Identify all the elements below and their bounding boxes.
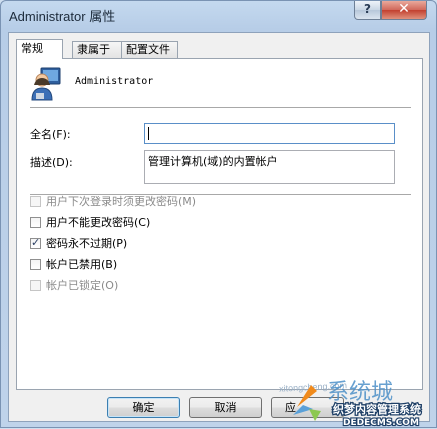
help-button[interactable]: ? [354, 1, 381, 20]
checkbox-label: 用户下次登录时须更改密码(M) [46, 195, 197, 208]
dialog-client-area: 常规 隶属于 配置文件 Administrator 全名(F): 描述(D): … [8, 32, 430, 422]
svg-text:DEDECMS.COM: DEDECMS.COM [343, 418, 419, 428]
checkbox-box[interactable] [30, 196, 41, 207]
checkbox-box[interactable] [30, 259, 41, 270]
checkbox-box[interactable] [30, 217, 41, 228]
ok-button[interactable]: 确定 [107, 397, 180, 418]
window-title: Administrator 属性 [9, 9, 116, 24]
tab-member-of[interactable]: 隶属于 [72, 41, 122, 58]
tab-profile[interactable]: 配置文件 [121, 41, 178, 58]
fullname-input[interactable] [144, 123, 395, 144]
general-tab-panel: Administrator 全名(F): 描述(D): 管理计算机(域)的内置帐… [16, 58, 423, 390]
description-value: 管理计算机(域)的内置帐户 [148, 155, 278, 168]
checkbox-label: 帐户已锁定(O) [46, 279, 119, 292]
fullname-label: 全名(F): [30, 128, 71, 141]
description-input[interactable]: 管理计算机(域)的内置帐户 [144, 150, 395, 184]
checkbox-box[interactable]: ✓ [30, 236, 41, 249]
watermark-logo-icon: 系统城 织梦内容管理系统 DEDECMS.COM [293, 380, 422, 429]
divider-top [30, 107, 411, 108]
title-bar[interactable]: Administrator 属性 ? ✕ [1, 1, 436, 31]
check-mark-icon: ✓ [31, 236, 41, 249]
checkbox-label: 帐户已禁用(B) [46, 258, 118, 271]
close-button[interactable]: ✕ [381, 1, 427, 20]
description-label: 描述(D): [30, 156, 73, 169]
properties-dialog: Administrator 属性 ? ✕ 常规 隶属于 配置文件 Adminis… [0, 0, 437, 429]
checkbox-box[interactable] [30, 280, 41, 291]
checkbox-label: 密码永不过期(P) [46, 237, 128, 250]
tab-general[interactable]: 常规 [16, 39, 63, 59]
svg-text:织梦内容管理系统: 织梦内容管理系统 [333, 402, 421, 416]
cancel-button[interactable]: 取消 [189, 397, 262, 418]
checkbox-label: 用户不能更改密码(C) [46, 216, 151, 229]
account-name: Administrator [75, 76, 154, 87]
svg-text:系统城: 系统城 [327, 380, 393, 405]
user-account-icon [31, 67, 61, 101]
text-caret [148, 126, 149, 140]
